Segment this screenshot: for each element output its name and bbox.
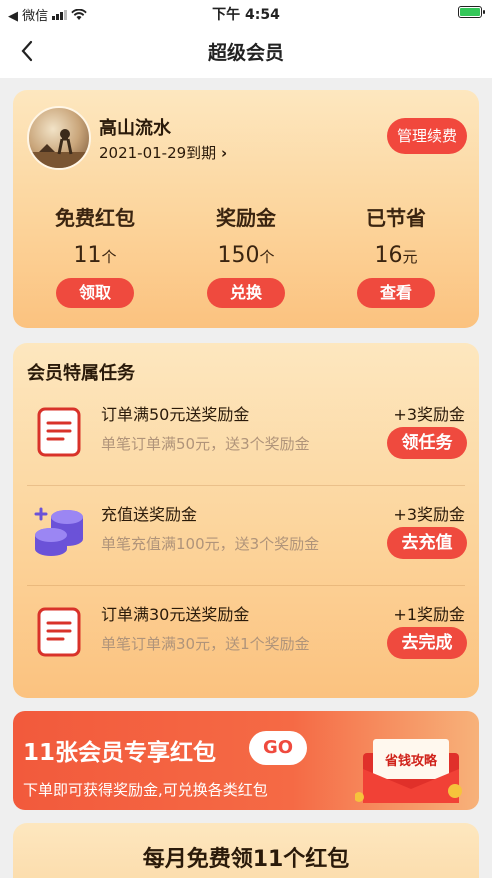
stat-label: 免费红包 bbox=[55, 206, 135, 230]
divider bbox=[27, 485, 465, 486]
stat-free-redpacket: 免费红包 11个 领取 bbox=[25, 202, 165, 308]
exchange-button[interactable]: 兑换 bbox=[207, 278, 285, 308]
battery-icon bbox=[458, 6, 485, 18]
document-icon bbox=[37, 407, 81, 457]
stat-saved: 已节省 16元 查看 bbox=[326, 202, 466, 308]
go-button[interactable]: GO bbox=[249, 731, 307, 765]
nav-bar: 超级会员 bbox=[0, 26, 492, 78]
stat-reward: 奖励金 150个 兑换 bbox=[176, 202, 316, 308]
divider bbox=[27, 585, 465, 586]
red-envelope-icon: 省钱攻略 bbox=[355, 739, 462, 803]
envelope-text: 省钱攻略 bbox=[384, 753, 438, 769]
status-time: 下午 4:54 bbox=[212, 7, 280, 23]
view-button[interactable]: 查看 bbox=[357, 278, 435, 308]
banner-title: 11张会员专享红包 bbox=[23, 740, 217, 766]
task-name: 订单满50元送奖励金 bbox=[101, 405, 250, 424]
user-name: 高山流水 bbox=[99, 118, 171, 139]
document-icon bbox=[37, 607, 81, 657]
stat-label: 已节省 bbox=[366, 206, 426, 230]
banner-subtitle: 下单即可获得奖励金,可兑换各类红包 bbox=[23, 781, 268, 799]
task-desc: 单笔订单满30元，送1个奖励金 bbox=[101, 635, 310, 653]
manage-renew-button[interactable]: 管理续费 bbox=[386, 118, 467, 154]
tasks-title: 会员特属任务 bbox=[27, 363, 135, 384]
task-desc: 单笔充值满100元，送3个奖励金 bbox=[101, 535, 320, 553]
tasks-card: 会员特属任务 订单满50元送奖励金 单笔订单满50元，送3个奖励金 +3奖励金 … bbox=[13, 343, 479, 698]
task-name: 充值送奖励金 bbox=[101, 505, 198, 524]
status-bar: ◀ 微信 下午 4:54 bbox=[0, 0, 492, 26]
monthly-title: 每月免费领11个红包 bbox=[142, 847, 350, 872]
avatar[interactable] bbox=[27, 106, 91, 170]
expire-date[interactable]: 2021-01-29到期 › bbox=[99, 142, 227, 163]
task-desc: 单笔订单满50元，送3个奖励金 bbox=[101, 435, 310, 453]
stat-value: 16元 bbox=[374, 243, 418, 268]
stat-label: 奖励金 bbox=[216, 206, 276, 230]
task-reward: +1奖励金 bbox=[393, 605, 465, 624]
task-item: 充值送奖励金 单笔充值满100元，送3个奖励金 +3奖励金 去充值 bbox=[13, 487, 479, 585]
page-title: 超级会员 bbox=[207, 42, 284, 64]
task-item: 订单满30元送奖励金 单笔订单满30元，送1个奖励金 +1奖励金 去完成 bbox=[13, 587, 479, 685]
member-card: 高山流水 2021-01-29到期 › 管理续费 免费红包 11个 领取 奖励金… bbox=[13, 90, 479, 328]
task-name: 订单满30元送奖励金 bbox=[101, 605, 250, 624]
stat-value: 11个 bbox=[73, 243, 117, 268]
complete-button[interactable]: 去完成 bbox=[387, 627, 467, 659]
task-reward: +3奖励金 bbox=[393, 405, 465, 424]
chevron-right-icon: › bbox=[220, 144, 228, 162]
monthly-card: 每月免费领11个红包 bbox=[13, 823, 479, 878]
expire-text: 2021-01-29到期 bbox=[99, 144, 217, 162]
task-item: 订单满50元送奖励金 单笔订单满50元，送3个奖励金 +3奖励金 领任务 bbox=[13, 387, 479, 485]
claim-button[interactable]: 领取 bbox=[56, 278, 134, 308]
task-reward: +3奖励金 bbox=[393, 505, 465, 524]
coins-icon bbox=[34, 507, 83, 556]
redpacket-banner[interactable]: 11张会员专享红包 GO 下单即可获得奖励金,可兑换各类红包 省钱攻略 bbox=[13, 711, 479, 810]
stat-value: 150个 bbox=[217, 243, 275, 268]
accept-task-button[interactable]: 领任务 bbox=[387, 427, 467, 459]
recharge-button[interactable]: 去充值 bbox=[387, 527, 467, 559]
